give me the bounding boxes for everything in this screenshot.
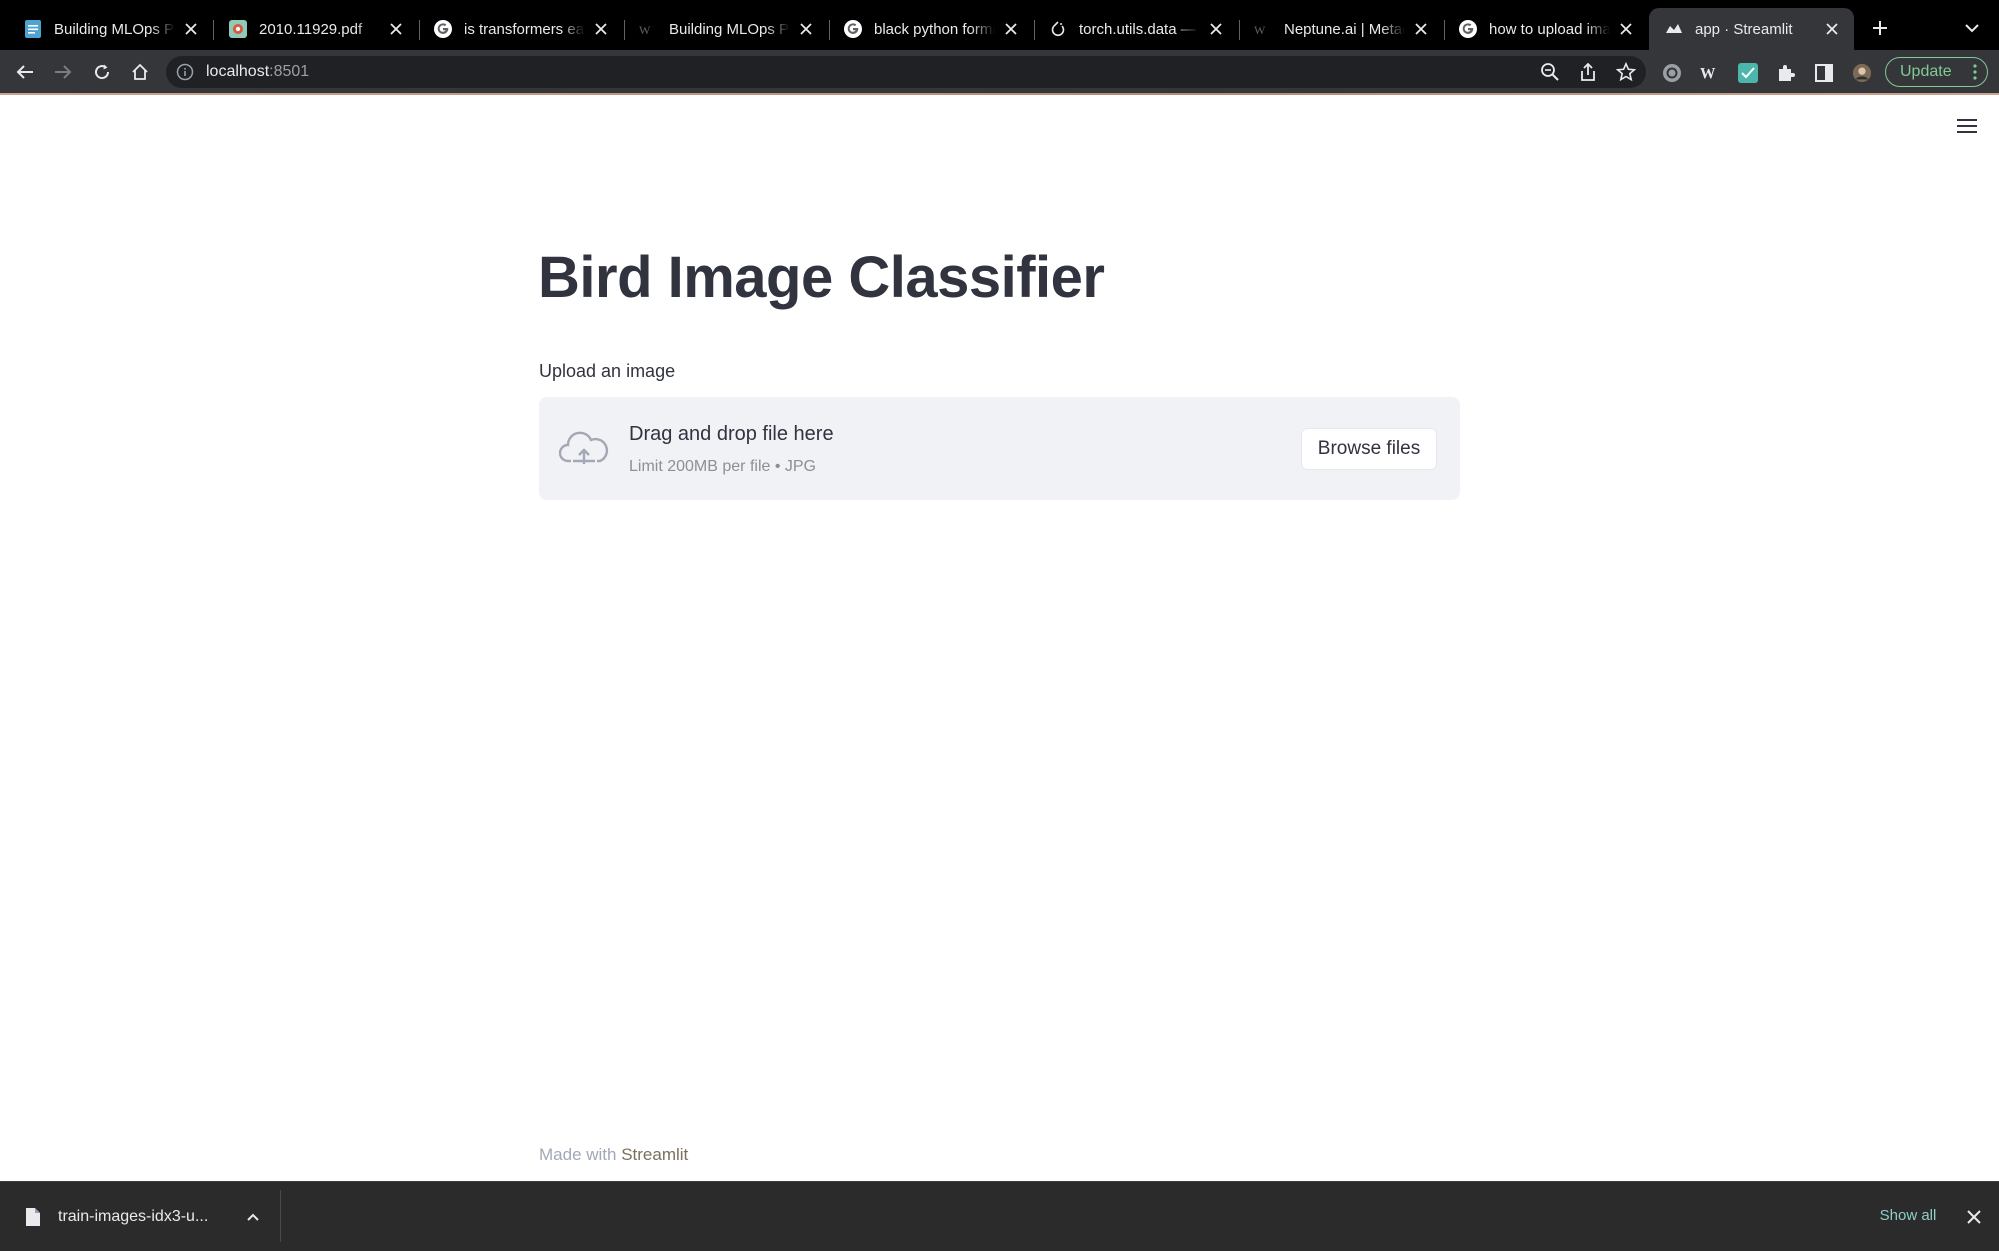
download-shelf: train-images-idx3-u... Show all xyxy=(0,1181,1999,1251)
browser-tab[interactable]: W Neptune.ai | Metadata xyxy=(1238,8,1443,50)
address-bar[interactable]: localhost:8501 xyxy=(166,56,1646,88)
close-icon[interactable] xyxy=(796,19,816,39)
file-icon xyxy=(26,1208,40,1226)
tab-title: 2010.11929.pdf xyxy=(259,20,363,38)
google-icon xyxy=(434,20,452,38)
tab-search-button[interactable] xyxy=(1958,14,1986,42)
browser-tab[interactable]: how to upload image xyxy=(1443,8,1648,50)
puzzle-icon[interactable] xyxy=(1776,63,1796,83)
url-port: :8501 xyxy=(269,63,310,80)
close-icon[interactable] xyxy=(1001,19,1021,39)
browse-files-button[interactable]: Browse files xyxy=(1301,428,1437,470)
profile-avatar[interactable] xyxy=(1852,63,1872,83)
tab-title: Neptune.ai | Metadata xyxy=(1284,20,1405,38)
dropzone-limit: Limit 200MB per file • JPG xyxy=(629,458,816,475)
chevron-down-icon xyxy=(1965,24,1979,33)
close-icon[interactable] xyxy=(591,19,611,39)
close-icon[interactable] xyxy=(1616,19,1636,39)
browser-tab[interactable]: W Building MLOps Pipeline xyxy=(623,8,828,50)
close-icon[interactable] xyxy=(1206,19,1226,39)
reload-icon xyxy=(95,64,110,80)
close-icon[interactable] xyxy=(386,19,406,39)
more-vert-icon xyxy=(1973,64,1977,80)
tab-title: how to upload image xyxy=(1489,20,1610,38)
footer: Made with Streamlit xyxy=(539,1145,688,1165)
star-icon[interactable] xyxy=(1616,62,1636,82)
arrow-right-icon xyxy=(55,65,72,79)
download-filename[interactable]: train-images-idx3-u... xyxy=(58,1208,208,1226)
dropzone-instruction: Drag and drop file here xyxy=(629,423,834,445)
svg-text:W: W xyxy=(1700,65,1716,82)
pytorch-icon xyxy=(1049,20,1067,38)
browser-tab[interactable]: is transformers easy xyxy=(418,8,623,50)
arrow-left-icon xyxy=(16,65,33,79)
svg-text:W: W xyxy=(1254,23,1266,35)
reload-button[interactable] xyxy=(87,57,117,87)
shelf-divider xyxy=(280,1190,281,1242)
tab-title: Building MLOps Pipeline xyxy=(669,20,790,38)
new-tab-button[interactable] xyxy=(1866,14,1894,42)
update-label: Update xyxy=(1900,63,1952,80)
home-icon xyxy=(132,63,148,80)
page-title: Bird Image Classifier xyxy=(538,245,1105,310)
side-panel-icon[interactable] xyxy=(1814,63,1834,83)
streamlit-icon xyxy=(1665,20,1683,38)
share-icon[interactable] xyxy=(1578,62,1598,82)
tab-title: is transformers easy xyxy=(464,20,585,38)
menu-icon[interactable] xyxy=(1955,116,1979,136)
svg-text:W: W xyxy=(639,23,651,35)
streamlit-link[interactable]: Streamlit xyxy=(621,1145,688,1164)
browser-tab-active[interactable]: app · Streamlit xyxy=(1649,8,1854,50)
google-icon xyxy=(844,20,862,38)
medium-icon: W xyxy=(639,20,657,38)
close-icon[interactable] xyxy=(1411,19,1431,39)
browser-tab[interactable]: Building MLOps Pipeline xyxy=(8,8,213,50)
plus-icon xyxy=(1873,21,1887,35)
browser-toolbar: localhost:8501 W Update xyxy=(0,50,1999,94)
close-icon[interactable] xyxy=(1966,1209,1982,1225)
close-icon[interactable] xyxy=(181,19,201,39)
zoom-icon[interactable] xyxy=(1540,62,1560,82)
footer-prefix: Made with xyxy=(539,1145,622,1164)
page-status-line xyxy=(0,93,1999,95)
cloud-upload-icon xyxy=(559,431,609,464)
tab-title: Building MLOps Pipeline xyxy=(54,20,175,38)
tab-title: torch.utils.data — PyTorch xyxy=(1079,20,1200,38)
browser-tabstrip: Building MLOps Pipeline 2010.11929.pdf i… xyxy=(0,0,1999,50)
uploader-label: Upload an image xyxy=(539,361,676,381)
close-icon[interactable] xyxy=(1822,19,1842,39)
browser-tab[interactable]: torch.utils.data — PyTorch xyxy=(1033,8,1238,50)
file-dropzone[interactable]: Drag and drop file here Limit 200MB per … xyxy=(539,397,1460,500)
chevron-up-icon[interactable] xyxy=(246,1210,260,1224)
home-button[interactable] xyxy=(125,57,155,87)
browser-tab[interactable]: black python formatter xyxy=(828,8,1033,50)
extension-check-icon[interactable] xyxy=(1738,63,1758,83)
forward-button[interactable] xyxy=(48,57,78,87)
neptune-icon: W xyxy=(1254,20,1272,38)
show-all-button[interactable]: Show all xyxy=(1868,1195,1948,1235)
docs-icon xyxy=(24,20,42,38)
pdf-icon xyxy=(229,20,247,38)
tab-title: black python formatter xyxy=(874,20,995,38)
back-button[interactable] xyxy=(10,57,40,87)
browser-tab[interactable]: 2010.11929.pdf xyxy=(213,8,418,50)
update-button[interactable]: Update xyxy=(1885,57,1988,87)
grammarly-icon[interactable] xyxy=(1662,63,1682,83)
google-icon xyxy=(1459,20,1477,38)
url-text: localhost:8501 xyxy=(206,63,309,81)
wikipedia-icon[interactable]: W xyxy=(1700,63,1720,83)
info-icon[interactable] xyxy=(176,63,194,81)
url-host: localhost xyxy=(206,63,270,80)
tab-title: app · Streamlit xyxy=(1695,20,1793,38)
